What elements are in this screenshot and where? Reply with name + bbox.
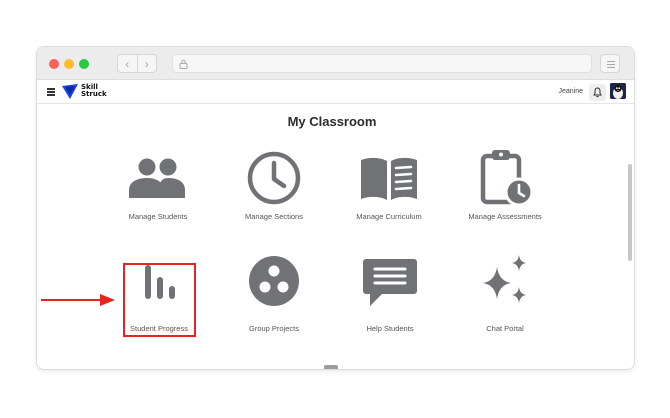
penguin-avatar-icon — [610, 83, 626, 99]
back-arrow-icon[interactable]: ‹ — [118, 55, 137, 72]
lock-icon — [179, 59, 188, 69]
tile-help-students[interactable]: Help Students — [334, 251, 446, 341]
maximize-window-button[interactable] — [79, 59, 89, 69]
main-content: My Classroom Manage Students Manage Sect… — [37, 104, 634, 369]
tile-manage-sections[interactable]: Manage Sections — [218, 148, 330, 238]
tile-label: Help Students — [366, 324, 414, 333]
arrow-pointer-icon — [41, 294, 115, 306]
chat-bubble-icon — [363, 259, 417, 306]
address-bar[interactable] — [172, 54, 592, 73]
browser-titlebar: ‹ › — [37, 47, 634, 80]
bell-icon — [593, 87, 602, 98]
vertical-scrollbar[interactable] — [628, 164, 632, 261]
tile-chat-portal[interactable]: Chat Portal — [449, 251, 561, 341]
tile-group-projects[interactable]: Group Projects — [218, 251, 330, 341]
open-book-icon — [361, 157, 417, 200]
avatar[interactable] — [610, 83, 626, 99]
tile-label: Group Projects — [248, 324, 300, 333]
forward-arrow-icon[interactable]: › — [136, 55, 157, 72]
tile-manage-students[interactable]: Manage Students — [102, 148, 214, 238]
tile-label: Manage Curriculum — [356, 212, 422, 221]
tile-manage-assessments[interactable]: Manage Assessments — [449, 148, 561, 238]
skill-struck-logo[interactable] — [62, 84, 78, 99]
app-header: Skill Struck Jeanine — [37, 80, 634, 104]
tile-manage-curriculum[interactable]: Manage Curriculum — [333, 148, 445, 238]
people-icon — [129, 158, 185, 198]
username: Jeanine — [558, 88, 583, 95]
highlight-box — [123, 263, 196, 337]
page-title: My Classroom — [287, 114, 377, 129]
tile-label: Chat Portal — [486, 324, 524, 333]
hamburger-menu-icon[interactable] — [47, 88, 55, 96]
bottom-drawer-handle[interactable] — [324, 365, 338, 369]
clipboard-clock-icon — [480, 150, 534, 207]
tile-label: Manage Sections — [245, 212, 303, 221]
tile-label: Manage Assessments — [468, 212, 542, 221]
minimize-window-button[interactable] — [64, 59, 74, 69]
brand-name: Skill Struck — [81, 83, 107, 98]
clock-icon — [247, 151, 301, 205]
browser-menu-button[interactable] — [600, 54, 620, 73]
notifications-button[interactable] — [589, 84, 606, 101]
browser-window: ‹ › Skill Struck Jeanine My Classroom Ma… — [37, 47, 634, 369]
circle-dots-icon — [249, 256, 299, 306]
close-window-button[interactable] — [49, 59, 59, 69]
history-nav: ‹ › — [117, 54, 157, 73]
tile-label: Manage Students — [128, 212, 188, 221]
sparkles-icon — [483, 255, 526, 303]
